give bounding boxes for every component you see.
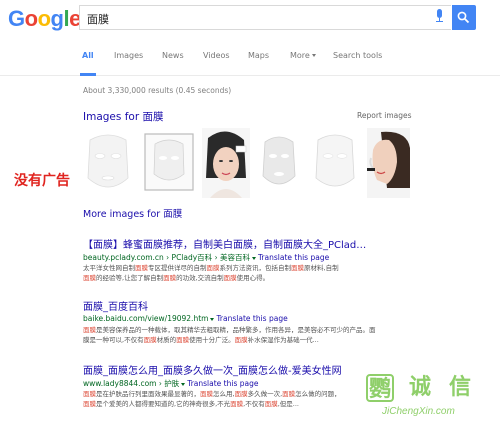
search-icon (457, 11, 470, 24)
watermark-url: JiChengXin.com (382, 406, 455, 417)
no-ads-overlay-label: 没有广告 (14, 173, 70, 189)
result-snippet: 太平洋女性网自制面膜专区提供详尽的自制面膜系列方法资讯，包括自制面膜原材料,自制… (83, 263, 413, 283)
image-thumbnails (80, 128, 410, 198)
site-watermark: 鹦 诚 信 JiChengXin.com (360, 372, 500, 425)
microphone-icon[interactable] (435, 9, 443, 23)
dropdown-arrow-icon[interactable] (210, 317, 215, 321)
snippet-line: 太平洋女性网自制面膜专区提供详尽的自制面膜系列方法资讯，包括自制面膜原材料,自制 (83, 264, 339, 272)
dropdown-arrow-icon[interactable] (251, 256, 256, 260)
images-heading-link[interactable]: Images for 面膜 (83, 109, 163, 124)
tab-more[interactable]: More (290, 51, 316, 60)
snippet-line: 面膜是美容保养品的一种载体，取其精华去粗取精，品种繁多，作用各异，是美容必不可少… (83, 326, 376, 334)
watermark-char: 诚 (408, 375, 431, 400)
more-images-link[interactable]: More images for 面膜 (83, 206, 182, 220)
result-url-text: beauty.pclady.com.cn › PClady百科 › 美容百科 (83, 253, 250, 262)
google-logo[interactable]: Google (8, 6, 81, 32)
image-thumbnail[interactable] (80, 128, 136, 198)
image-thumbnail[interactable] (255, 128, 303, 198)
image-thumbnail[interactable] (308, 128, 362, 198)
search-query-text: 面膜 (87, 13, 109, 26)
snippet-line: 膜是一种可以,不仅有面膜材质的面膜使用十分广泛。面膜补水保湿作为基础一代... (83, 336, 319, 344)
logo-letter: o (37, 6, 51, 31)
result-title-link[interactable]: 面膜_面膜怎么用_面膜多久做一次_面膜怎么做-爱美女性网 (83, 362, 342, 377)
image-thumbnail[interactable] (202, 128, 250, 198)
result-stats: About 3,330,000 results (0.45 seconds) (83, 86, 232, 95)
search-tabs: All Images News Videos Maps More Search … (0, 46, 500, 76)
tab-images[interactable]: Images (114, 51, 143, 60)
result-url: baike.baidu.com/view/19092.htm Translate … (83, 314, 288, 323)
result-url-text: baike.baidu.com/view/19092.htm (83, 314, 209, 323)
search-input[interactable]: 面膜 (79, 5, 451, 30)
dropdown-arrow-icon[interactable] (181, 382, 186, 386)
watermark-char: 信 (448, 375, 471, 400)
result-title-link[interactable]: 【面膜】蜂蜜面膜推荐，自制美白面膜，自制面膜大全_PClad… (83, 236, 366, 251)
translate-link[interactable]: Translate this page (216, 314, 287, 323)
header: Google 面膜 (0, 0, 500, 38)
tab-all[interactable]: All (82, 51, 94, 60)
result-snippet: 面膜是美容保养品的一种载体，取其精华去粗取精，品种繁多，作用各异，是美容必不可少… (83, 325, 413, 345)
logo-letter: o (24, 6, 38, 31)
tab-maps[interactable]: Maps (248, 51, 269, 60)
image-thumbnail[interactable] (367, 128, 410, 198)
result-title-link[interactable]: 面膜_百度百科 (83, 298, 148, 313)
watermark-char: 鹦 (366, 374, 394, 402)
chevron-down-icon (311, 54, 316, 57)
search-button[interactable] (452, 5, 476, 30)
active-tab-indicator (80, 73, 96, 76)
translate-link[interactable]: Translate this page (187, 379, 258, 388)
report-images-link[interactable]: Report images (357, 111, 412, 120)
result-url: beauty.pclady.com.cn › PClady百科 › 美容百科 Tr… (83, 252, 329, 263)
result-url: www.lady8844.com › 护肤 Translate this page (83, 378, 258, 389)
image-thumbnail[interactable] (141, 128, 197, 198)
snippet-line: 面膜的经验等,让您了解自制面膜的功效,交流自制面膜使用心得。 (83, 274, 270, 282)
tab-search-tools[interactable]: Search tools (333, 51, 382, 60)
translate-link[interactable]: Translate this page (258, 253, 329, 262)
result-url-text: www.lady8844.com › 护肤 (83, 379, 180, 388)
tab-more-label: More (290, 51, 310, 60)
logo-letter: G (8, 6, 25, 31)
tab-videos[interactable]: Videos (203, 51, 230, 60)
logo-letter: g (50, 6, 64, 31)
tab-news[interactable]: News (162, 51, 184, 60)
